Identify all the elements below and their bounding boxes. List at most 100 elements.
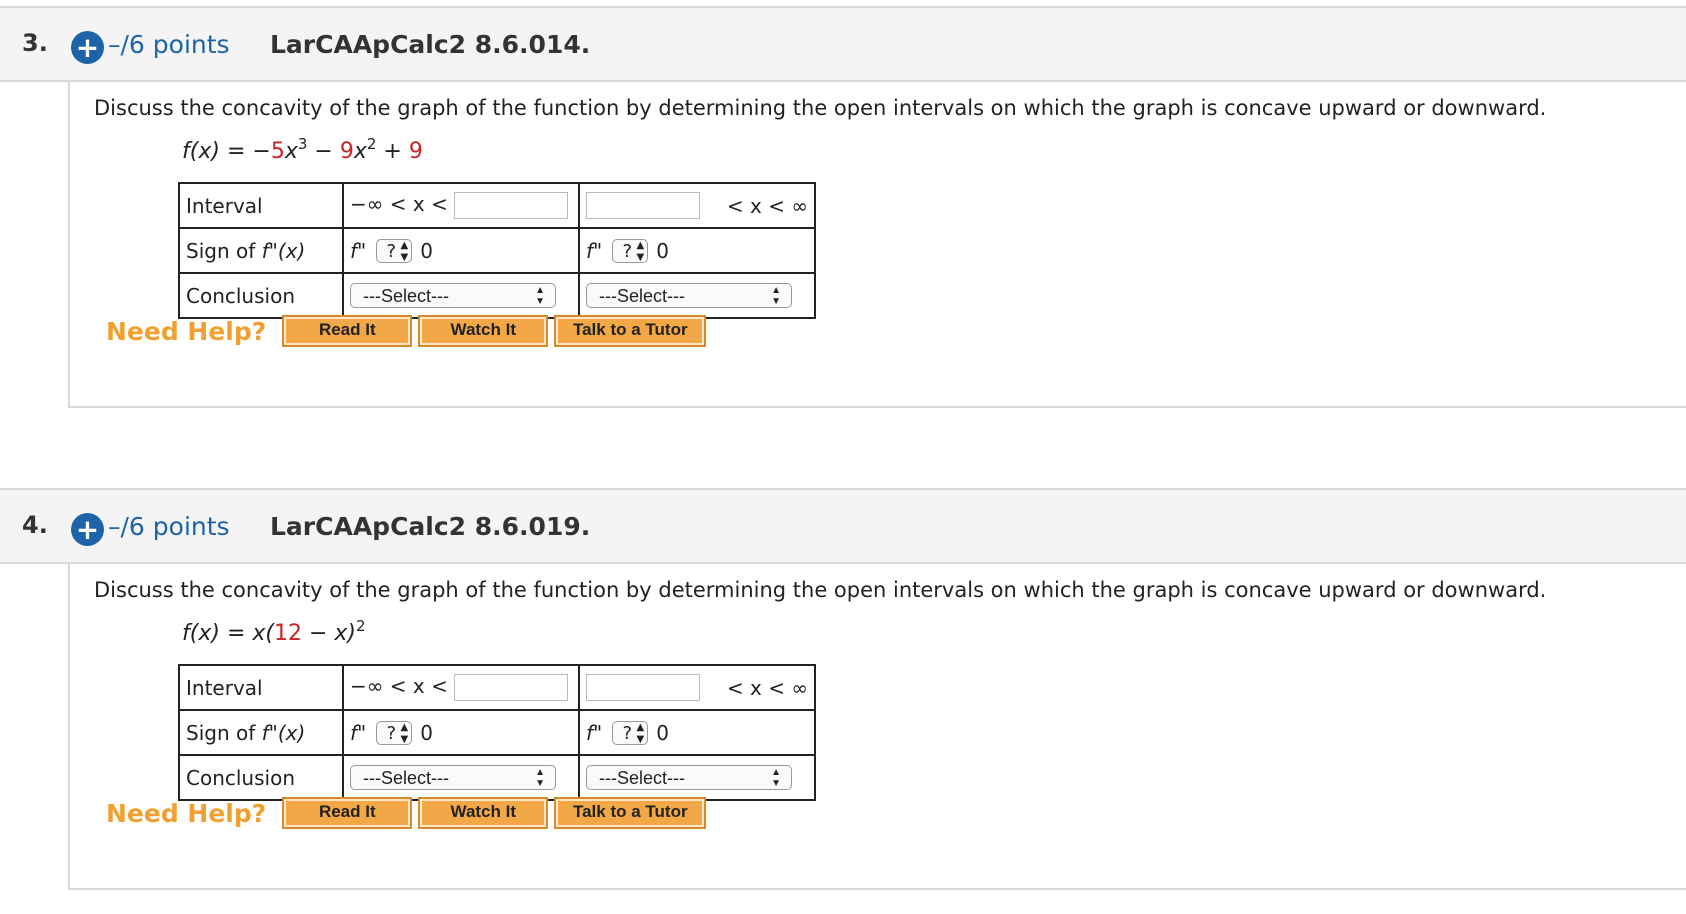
- left-conclusion-select[interactable]: ---Select--- ▲ ▼: [350, 283, 556, 308]
- right-interval-cell: < x < ∞: [578, 664, 816, 711]
- up-down-arrows-icon: ▲ ▼: [771, 767, 781, 789]
- up-down-arrows-icon: ▲ ▼: [771, 285, 781, 307]
- left-interval-cell: −∞ < x <: [342, 182, 580, 229]
- right-interval-input[interactable]: [586, 674, 700, 701]
- left-interval-input[interactable]: [454, 192, 569, 219]
- right-conclusion-select[interactable]: ---Select--- ▲ ▼: [586, 283, 792, 308]
- right-interval-text: < x < ∞: [726, 675, 808, 700]
- right-sign-select[interactable]: ? ▲ ▼: [612, 720, 649, 745]
- right-interval-cell: < x < ∞: [578, 182, 816, 229]
- up-down-arrows-icon: ▲ ▼: [400, 721, 409, 745]
- row-label-interval: Interval: [178, 182, 344, 229]
- up-down-arrows-icon: ▲ ▼: [400, 239, 409, 263]
- select-placeholder: ---Select---: [599, 286, 685, 306]
- right-sign-cell: f" ? ▲ ▼ 0: [578, 227, 816, 274]
- fpp-label: f": [586, 238, 603, 263]
- question-number: 4.: [22, 511, 48, 539]
- left-interval-text: −∞ < x <: [350, 674, 448, 698]
- function-eq: =: [226, 621, 246, 646]
- sign-select-value: ?: [386, 240, 397, 262]
- zero-text: 0: [656, 238, 669, 263]
- right-conclusion-cell: ---Select--- ▲ ▼: [578, 754, 816, 801]
- sign-label-fx: f"(x): [261, 238, 306, 263]
- points-label: –/6 points: [108, 30, 230, 59]
- answer-table: Interval −∞ < x < < x < ∞ Sign of f"(x): [178, 182, 816, 319]
- left-conclusion-cell: ---Select--- ▲ ▼: [342, 754, 580, 801]
- read-it-button[interactable]: Read It: [282, 797, 413, 829]
- function-exp: 2: [366, 135, 377, 153]
- up-down-arrows-icon: ▲ ▼: [535, 285, 545, 307]
- question-4: 4. + –/6 points LarCAApCalc2 8.6.019. Di…: [0, 488, 1686, 890]
- row-label-sign: Sign of f"(x): [178, 709, 344, 756]
- select-placeholder: ---Select---: [599, 768, 685, 788]
- left-interval-input[interactable]: [454, 674, 569, 701]
- expand-plus-icon[interactable]: +: [71, 31, 104, 64]
- question-prompt: Discuss the concavity of the graph of th…: [94, 578, 1547, 602]
- right-conclusion-cell: ---Select--- ▲ ▼: [578, 272, 816, 319]
- function-expression: f(x) = −5x3 − 9x2 + 9: [182, 135, 423, 164]
- left-conclusion-cell: ---Select--- ▲ ▼: [342, 272, 580, 319]
- talk-to-tutor-button[interactable]: Talk to a Tutor: [554, 315, 707, 347]
- row-label-sign: Sign of f"(x): [178, 227, 344, 274]
- need-help-bar: Need Help? Read It Watch It Talk to a Tu…: [106, 315, 712, 347]
- question-body: Discuss the concavity of the graph of th…: [68, 82, 1686, 408]
- function-part: − x): [301, 621, 357, 646]
- up-down-arrows-icon: ▲ ▼: [636, 721, 645, 745]
- zero-text: 0: [656, 720, 669, 745]
- fpp-label: f": [350, 720, 367, 745]
- question-body: Discuss the concavity of the graph of th…: [68, 564, 1686, 890]
- row-label-interval: Interval: [178, 664, 344, 711]
- answer-table: Interval −∞ < x < < x < ∞ Sign of f"(x): [178, 664, 816, 801]
- right-conclusion-select[interactable]: ---Select--- ▲ ▼: [586, 765, 792, 790]
- left-interval-cell: −∞ < x <: [342, 664, 580, 711]
- read-it-button[interactable]: Read It: [282, 315, 413, 347]
- zero-text: 0: [420, 238, 433, 263]
- question-number: 3.: [22, 29, 48, 57]
- left-interval-text: −∞ < x <: [350, 192, 448, 216]
- right-sign-select[interactable]: ? ▲ ▼: [612, 238, 649, 263]
- left-sign-cell: f" ? ▲ ▼ 0: [342, 227, 580, 274]
- function-lhs: f(x): [182, 621, 220, 646]
- right-interval-input[interactable]: [586, 192, 700, 219]
- need-help-bar: Need Help? Read It Watch It Talk to a Tu…: [106, 797, 712, 829]
- right-interval-text: < x < ∞: [726, 193, 808, 218]
- sign-label-fx: f"(x): [261, 720, 306, 745]
- sign-select-value: ?: [386, 722, 397, 744]
- zero-text: 0: [420, 720, 433, 745]
- right-sign-cell: f" ? ▲ ▼ 0: [578, 709, 816, 756]
- function-part: +: [376, 139, 409, 164]
- sign-select-value: ?: [622, 240, 633, 262]
- function-coef: 12: [273, 621, 302, 646]
- sign-label-text: Sign of: [186, 720, 262, 745]
- function-coef: 9: [408, 139, 423, 164]
- sign-label-text: Sign of: [186, 238, 262, 263]
- function-part: −: [307, 139, 340, 164]
- row-label-conclusion: Conclusion: [178, 754, 344, 801]
- left-sign-select[interactable]: ? ▲ ▼: [376, 238, 413, 263]
- question-id: LarCAApCalc2 8.6.014.: [270, 30, 591, 59]
- question-header: 4. + –/6 points LarCAApCalc2 8.6.019.: [0, 488, 1686, 564]
- expand-plus-icon[interactable]: +: [71, 513, 104, 546]
- function-var: x: [353, 139, 367, 164]
- watch-it-button[interactable]: Watch It: [418, 797, 549, 829]
- sign-select-value: ?: [622, 722, 633, 744]
- need-help-label: Need Help?: [106, 798, 267, 828]
- watch-it-button[interactable]: Watch It: [418, 315, 549, 347]
- function-expression: f(x) = x(12 − x)2: [182, 617, 366, 646]
- left-conclusion-select[interactable]: ---Select--- ▲ ▼: [350, 765, 556, 790]
- function-part: x(: [252, 621, 274, 646]
- function-coef: 9: [339, 139, 354, 164]
- question-header: 3. + –/6 points LarCAApCalc2 8.6.014.: [0, 6, 1686, 82]
- talk-to-tutor-button[interactable]: Talk to a Tutor: [554, 797, 707, 829]
- function-exp: 2: [356, 617, 366, 635]
- question-id: LarCAApCalc2 8.6.019.: [270, 512, 591, 541]
- select-placeholder: ---Select---: [363, 286, 449, 306]
- need-help-label: Need Help?: [106, 316, 267, 346]
- left-sign-select[interactable]: ? ▲ ▼: [376, 720, 413, 745]
- left-sign-cell: f" ? ▲ ▼ 0: [342, 709, 580, 756]
- function-exp: 3: [297, 135, 308, 153]
- function-var: x: [284, 139, 298, 164]
- fpp-label: f": [586, 720, 603, 745]
- question-3: 3. + –/6 points LarCAApCalc2 8.6.014. Di…: [0, 6, 1686, 408]
- select-placeholder: ---Select---: [363, 768, 449, 788]
